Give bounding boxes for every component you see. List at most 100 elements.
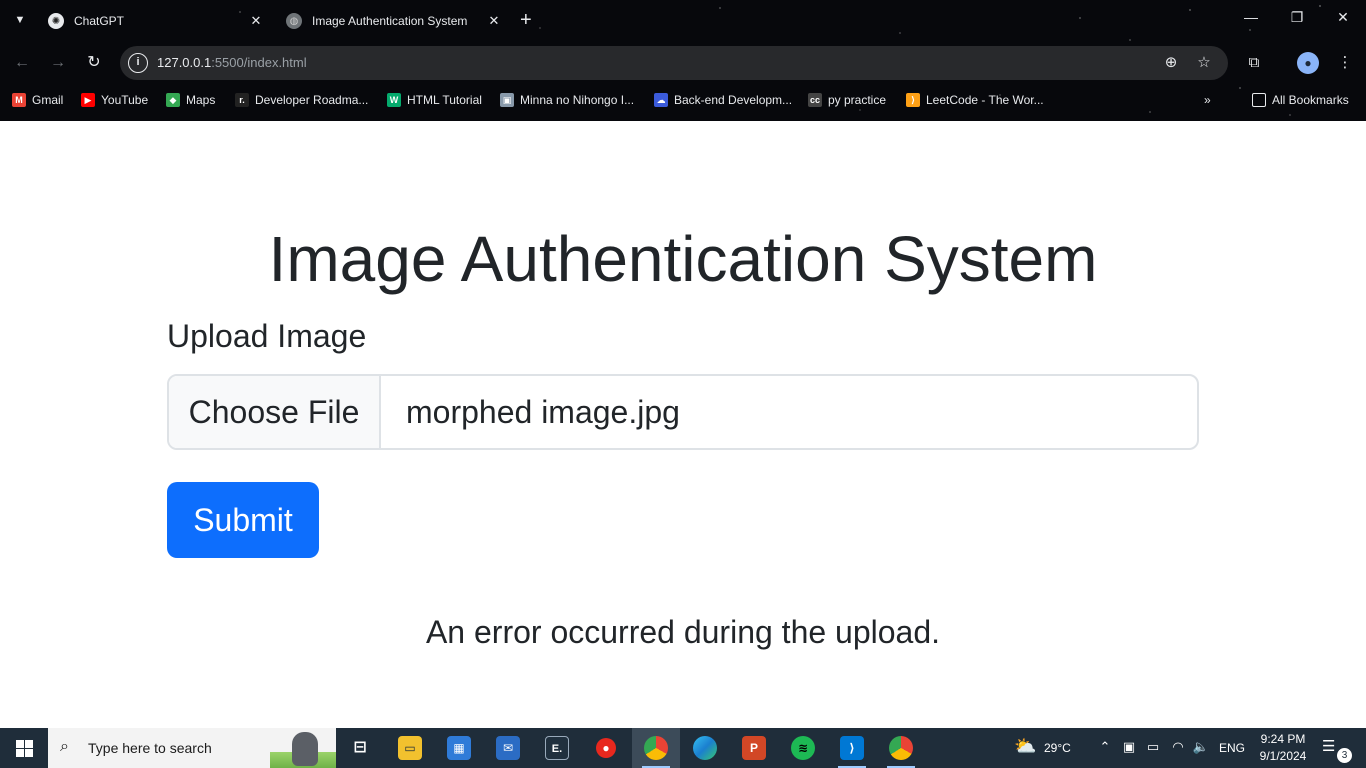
close-window-icon[interactable]: ✕ bbox=[1333, 9, 1353, 26]
wifi-icon[interactable]: ◠ bbox=[1169, 739, 1187, 755]
notification-count-badge: 3 bbox=[1337, 748, 1352, 763]
chatgpt-icon: ✺ bbox=[48, 13, 64, 29]
bookmark-label: Maps bbox=[186, 93, 216, 107]
submit-button[interactable]: Submit bbox=[167, 482, 319, 558]
edge-button[interactable] bbox=[681, 728, 729, 768]
cc-icon: cc bbox=[808, 93, 822, 107]
bookmark-youtube[interactable]: ▶ YouTube bbox=[81, 92, 148, 108]
powerpoint-icon: P bbox=[742, 736, 766, 760]
battery-icon[interactable]: ▭ bbox=[1144, 739, 1162, 755]
microsoft-store-button[interactable]: ▦ bbox=[435, 728, 483, 768]
tab-strip: ▼ ✺ ChatGPT ✕ ◍ Image Authentication Sys… bbox=[0, 0, 1366, 40]
leetcode-icon: ⟩ bbox=[906, 93, 920, 107]
new-tab-plus-icon[interactable]: + bbox=[520, 9, 532, 31]
clock-date: 9/1/2024 bbox=[1259, 749, 1307, 763]
choose-file-button[interactable]: Choose File bbox=[169, 376, 381, 448]
menu-kebab-icon[interactable]: ⋮ bbox=[1334, 52, 1356, 74]
bookmark-label: LeetCode - The Wor... bbox=[926, 93, 1044, 107]
browser-toolbar: ← → ↻ i 127.0.0.1:5500/index.html ⊕ ☆ ⧉ … bbox=[0, 44, 1366, 82]
chrome-profile-icon bbox=[889, 736, 913, 760]
bookmarks-bar: M Gmail ▶ YouTube ◆ Maps r. Developer Ro… bbox=[0, 88, 1366, 112]
youtube-icon: ▶ bbox=[81, 93, 95, 107]
powerpoint-button[interactable]: P bbox=[730, 728, 778, 768]
browser-chrome: ▼ ✺ ChatGPT ✕ ◍ Image Authentication Sys… bbox=[0, 0, 1366, 121]
chrome-button[interactable] bbox=[632, 728, 680, 768]
back-arrow-icon[interactable]: ← bbox=[11, 52, 33, 74]
bookmark-label: py practice bbox=[828, 93, 887, 107]
store-icon: ▦ bbox=[447, 736, 471, 760]
maps-icon: ◆ bbox=[166, 93, 180, 107]
terminal-icon: E. bbox=[545, 736, 569, 760]
start-button[interactable] bbox=[0, 728, 48, 768]
chrome-profile-button[interactable] bbox=[877, 728, 925, 768]
terminal-button[interactable]: E. bbox=[533, 728, 581, 768]
weather-temperature[interactable]: 29°C bbox=[1044, 741, 1071, 755]
url-host: 127.0.0.1 bbox=[157, 55, 212, 70]
close-tab-icon[interactable]: ✕ bbox=[248, 13, 264, 29]
tab-chatgpt[interactable]: ✺ ChatGPT ✕ bbox=[48, 6, 264, 36]
spotify-icon: ≋ bbox=[791, 736, 815, 760]
error-message: An error occurred during the upload. bbox=[425, 614, 941, 650]
address-bar[interactable]: i 127.0.0.1:5500/index.html ⊕ ☆ bbox=[120, 46, 1228, 80]
recorder-button[interactable]: ● bbox=[582, 728, 630, 768]
vscode-button[interactable]: ⟩ bbox=[828, 728, 876, 768]
extensions-puzzle-icon[interactable]: ⧉ bbox=[1243, 52, 1265, 74]
gmail-icon: M bbox=[12, 93, 26, 107]
folder-icon bbox=[1252, 93, 1266, 107]
bookmark-back-end-development[interactable]: ☁ Back-end Developm... bbox=[654, 92, 792, 108]
page-content: Image Authentication System Upload Image… bbox=[0, 121, 1366, 728]
bookmark-developer-roadmap[interactable]: r. Developer Roadma... bbox=[235, 92, 368, 108]
reload-icon[interactable]: ↻ bbox=[83, 52, 105, 74]
spotify-button[interactable]: ≋ bbox=[779, 728, 827, 768]
edge-icon bbox=[693, 736, 717, 760]
bookmark-leetcode[interactable]: ⟩ LeetCode - The Wor... bbox=[906, 92, 1044, 108]
minimize-icon[interactable]: — bbox=[1241, 9, 1261, 25]
task-view-button[interactable]: ⊟ bbox=[336, 728, 384, 768]
volume-icon[interactable]: 🔈 bbox=[1192, 739, 1210, 755]
bookmark-label: Developer Roadma... bbox=[255, 93, 369, 107]
close-tab-icon[interactable]: ✕ bbox=[486, 13, 502, 29]
show-hidden-icons-chevron-icon[interactable]: ⌃ bbox=[1096, 739, 1114, 755]
file-explorer-button[interactable]: ▭ bbox=[386, 728, 434, 768]
search-icon: ⌕ bbox=[60, 738, 69, 755]
bookmark-gmail[interactable]: M Gmail bbox=[12, 92, 63, 108]
globe-icon: ◍ bbox=[286, 13, 302, 29]
file-input[interactable]: Choose File morphed image.jpg bbox=[167, 374, 1199, 450]
task-view-icon: ⊟ bbox=[353, 739, 367, 756]
search-highlight-gorilla-icon[interactable] bbox=[270, 728, 336, 768]
bookmark-label: Minna no Nihongo I... bbox=[520, 93, 635, 107]
tab-search-chevron-icon[interactable]: ▼ bbox=[10, 10, 30, 30]
tab-title: ChatGPT bbox=[74, 14, 125, 28]
vscode-icon: ⟩ bbox=[840, 736, 864, 760]
book-icon: ▣ bbox=[500, 93, 514, 107]
windows-taskbar: ⌕ Type here to search ⊟ ▭ ▦ ✉ E. ● P ≋ ⟩… bbox=[0, 728, 1366, 768]
tab-image-authentication[interactable]: ◍ Image Authentication System ✕ bbox=[286, 6, 502, 36]
mail-button[interactable]: ✉ bbox=[484, 728, 532, 768]
windows-logo-icon bbox=[16, 740, 33, 757]
more-bookmarks-chevron-icon[interactable]: » bbox=[1204, 92, 1211, 108]
weather-cloud-sun-icon[interactable]: ⛅ bbox=[1014, 736, 1036, 757]
bookmark-html-tutorial[interactable]: W HTML Tutorial bbox=[387, 92, 482, 108]
system-clock[interactable]: 9:24 PM 9/1/2024 bbox=[1250, 731, 1316, 765]
restore-icon[interactable]: ❐ bbox=[1287, 9, 1307, 26]
profile-avatar-icon[interactable]: ● bbox=[1297, 52, 1319, 74]
input-language[interactable]: ENG bbox=[1219, 741, 1245, 755]
w3schools-icon: W bbox=[387, 93, 401, 107]
taskbar-search-box[interactable]: ⌕ Type here to search bbox=[48, 728, 336, 768]
record-icon: ● bbox=[596, 738, 616, 758]
bookmark-label: Gmail bbox=[32, 93, 64, 107]
site-info-icon[interactable]: i bbox=[128, 53, 148, 73]
notification-center-icon[interactable]: ☰ 3 bbox=[1322, 737, 1352, 763]
bookmark-minna-no-nihongo[interactable]: ▣ Minna no Nihongo I... bbox=[500, 92, 634, 108]
zoom-icon[interactable]: ⊕ bbox=[1161, 53, 1181, 71]
all-bookmarks[interactable]: All Bookmarks bbox=[1252, 92, 1349, 108]
meet-now-icon[interactable]: ▣ bbox=[1120, 739, 1138, 755]
url-text[interactable]: 127.0.0.1:5500/index.html bbox=[157, 55, 307, 70]
bookmark-star-icon[interactable]: ☆ bbox=[1194, 53, 1214, 71]
tab-title: Image Authentication System bbox=[312, 14, 468, 28]
bookmark-py-practice[interactable]: cc py practice bbox=[808, 92, 886, 108]
bookmark-maps[interactable]: ◆ Maps bbox=[166, 92, 215, 108]
roadmap-icon: r. bbox=[235, 93, 249, 107]
forward-arrow-icon[interactable]: → bbox=[47, 52, 69, 74]
mail-icon: ✉ bbox=[496, 736, 520, 760]
